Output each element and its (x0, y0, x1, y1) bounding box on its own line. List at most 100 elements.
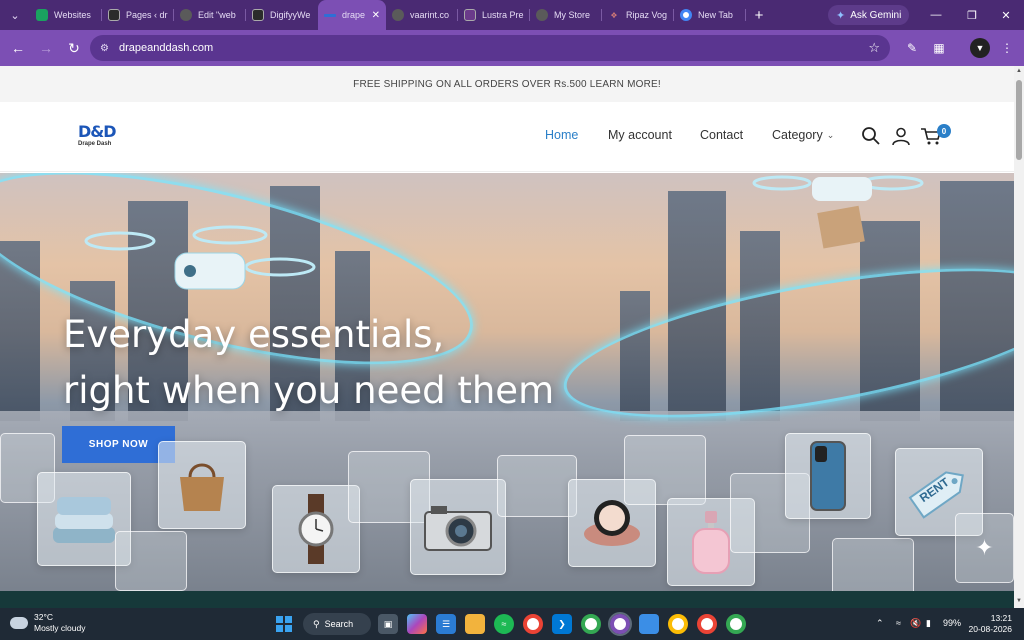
show-hidden-icons-chevron-icon[interactable]: ⌃ (876, 618, 884, 629)
nav-category[interactable]: Category ⌄ (772, 128, 834, 142)
address-bar[interactable]: ⚙ drapeanddash.com ☆ (90, 35, 890, 61)
tab-strip: ⌄ Websites Pages ‹ dr Edit "web DigifyyW… (0, 0, 1024, 30)
nav-home[interactable]: Home (545, 128, 578, 142)
tab-ripaz[interactable]: ❖ Ripaz Vog (602, 0, 674, 30)
copilot-icon[interactable] (407, 614, 427, 634)
chrome-profile-icon[interactable] (581, 614, 601, 634)
tab-title: DigifyyWe (270, 10, 311, 20)
task-view-icon[interactable]: ▣ (378, 614, 398, 634)
product-card-camera (410, 479, 506, 575)
sparkle-icon: ✦ (975, 535, 994, 560)
compact-powder-icon (584, 500, 640, 546)
tab-title: drape (342, 10, 366, 20)
notepad-icon[interactable]: ☰ (436, 614, 456, 634)
folded-clothes-icon (53, 497, 115, 543)
tab-drape-active[interactable]: drape ✕ (318, 0, 386, 30)
scroll-up-icon[interactable]: ▲ (1016, 68, 1022, 74)
search-icon[interactable] (859, 124, 883, 148)
tab-search-chevron-icon[interactable]: ⌄ (0, 0, 30, 30)
tab-edit-web[interactable]: Edit "web (174, 0, 246, 30)
spotify-icon[interactable]: ≈ (494, 614, 514, 634)
taskbar-search[interactable]: ⚲ Search (303, 613, 371, 635)
vscode-icon[interactable]: ❯ (552, 614, 572, 634)
websites-favicon-icon (36, 9, 48, 21)
ripaz-favicon-icon: ❖ (610, 10, 618, 20)
delivery-drone-icon (752, 173, 932, 258)
profile-avatar-icon[interactable]: ▼ (970, 38, 990, 58)
site-header: D&D Drape Dash Home My account Contact C… (0, 102, 1014, 172)
wifi-icon[interactable]: ≈ (896, 618, 901, 628)
tab-title: Websites (54, 10, 91, 20)
file-explorer-icon[interactable] (465, 614, 485, 634)
chrome-icon[interactable] (523, 614, 543, 634)
battery-icon[interactable]: ▮ (926, 618, 931, 629)
volume-muted-icon[interactable]: 🔇 (910, 618, 921, 629)
ask-gemini-button[interactable]: ✦ Ask Gemini (828, 5, 910, 25)
webpage: FREE SHIPPING ON ALL ORDERS OVER Rs.500 … (0, 66, 1014, 608)
tab-digifyy[interactable]: DigifyyWe (246, 0, 318, 30)
chrome-profile-icon[interactable] (697, 614, 717, 634)
smartphone-icon (810, 441, 846, 511)
site-logo[interactable]: D&D Drape Dash (78, 124, 126, 152)
forward-arrow-icon[interactable]: → (32, 34, 60, 62)
nav-home-link[interactable]: Home (545, 128, 578, 142)
tab-vaarint[interactable]: vaarint.co (386, 0, 458, 30)
nav-my-account-link[interactable]: My account (608, 128, 672, 142)
chevron-down-icon: ⌄ (826, 129, 835, 140)
product-card-phone (785, 433, 871, 519)
product-card (497, 455, 577, 517)
globe-icon (180, 9, 192, 21)
tab-title: Ripaz Vog (626, 10, 668, 20)
tab-my-store[interactable]: My Store (530, 0, 602, 30)
nav-contact-link[interactable]: Contact (700, 128, 743, 142)
globe-icon (536, 9, 548, 21)
photos-app-icon[interactable] (639, 614, 659, 634)
nav-contact[interactable]: Contact (700, 128, 743, 142)
tab-pages[interactable]: Pages ‹ dr (102, 0, 174, 30)
minimize-icon[interactable]: — (916, 0, 956, 30)
windows-start-icon[interactable] (276, 616, 292, 632)
close-window-icon[interactable]: ✕ (986, 0, 1024, 30)
cloudy-weather-icon (7, 613, 28, 629)
back-arrow-icon[interactable]: ← (4, 34, 32, 62)
lustra-favicon-icon (464, 9, 476, 21)
tab-websites[interactable]: Websites (30, 0, 102, 30)
scrollbar-thumb[interactable] (1016, 80, 1022, 160)
chrome-profile-icon[interactable] (668, 614, 688, 634)
extensions-puzzle-icon[interactable]: ▦ (929, 38, 949, 58)
user-account-icon[interactable] (889, 124, 913, 148)
site-info-icon[interactable]: ⚙ (100, 43, 109, 54)
gemini-sparkle-icon: ✦ (836, 9, 846, 22)
tab-new-tab[interactable]: New Tab (674, 0, 746, 30)
scroll-down-icon[interactable]: ▼ (1016, 598, 1022, 604)
new-tab-plus-icon[interactable]: + (746, 7, 772, 24)
page-scrollbar[interactable]: ▲ ▼ (1014, 66, 1024, 608)
hero-footer-strip (0, 591, 1014, 608)
more-menu-icon[interactable]: ⋮ (997, 38, 1017, 58)
temperature-text: 32°C (34, 612, 53, 622)
drape-favicon-icon (324, 13, 336, 17)
tab-title: My Store (554, 10, 591, 20)
clock[interactable]: 13:21 20-08-2026 (968, 613, 1012, 635)
weather-widget[interactable]: 32°C Mostly cloudy (7, 612, 86, 634)
weather-text: Mostly cloudy (34, 623, 86, 633)
chrome-profile-icon[interactable] (726, 614, 746, 634)
tab-lustra[interactable]: Lustra Pre (458, 0, 530, 30)
nav-category-link[interactable]: Category (772, 128, 823, 142)
windows-taskbar: 32°C Mostly cloudy ⚲ Search ▣ ☰ ≈ ❯ ⌃ ≈ … (0, 608, 1024, 640)
ask-gemini-label: Ask Gemini (850, 9, 902, 21)
promo-bar[interactable]: FREE SHIPPING ON ALL ORDERS OVER Rs.500 … (0, 66, 1014, 102)
logo-mark: D&D (78, 122, 117, 141)
close-tab-icon[interactable]: ✕ (372, 10, 380, 21)
hero-headline: Everyday essentials, right when you need… (63, 307, 554, 419)
chrome-active-profile-icon[interactable] (608, 612, 632, 636)
clock-time: 13:21 (990, 613, 1012, 623)
nav-my-account[interactable]: My account (608, 128, 672, 142)
bookmark-star-icon[interactable]: ☆ (868, 40, 880, 56)
pen-icon[interactable]: ✎ (902, 38, 922, 58)
tab-title: Lustra Pre (482, 10, 524, 20)
perfume-bottle-icon (692, 511, 730, 574)
reload-icon[interactable]: ↻ (60, 34, 88, 62)
cart-count-badge: 0 (937, 124, 951, 138)
product-card: ✦ (955, 513, 1014, 583)
